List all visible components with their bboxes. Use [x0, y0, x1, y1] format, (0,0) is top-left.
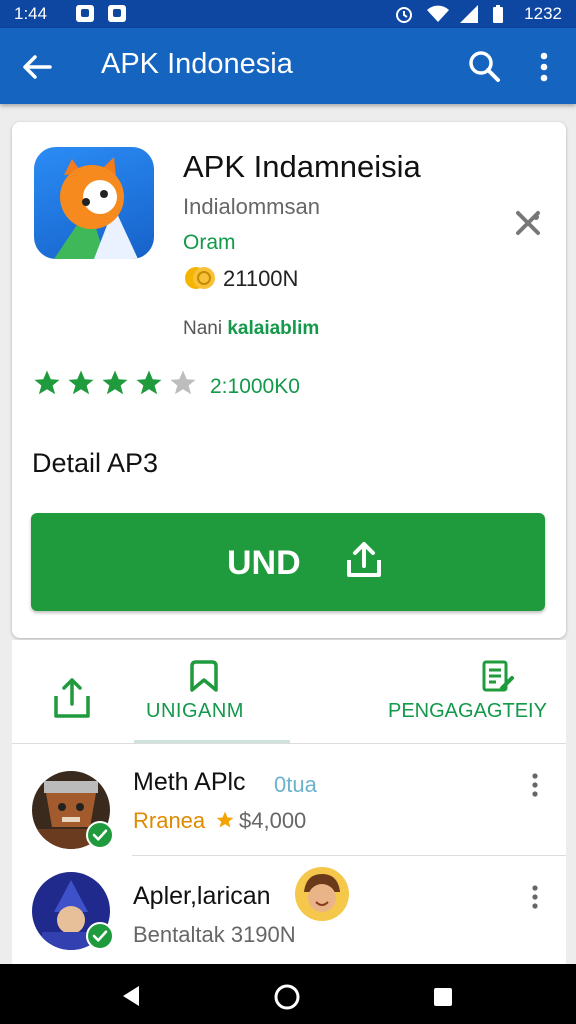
nav-home-icon[interactable]: [273, 983, 301, 1011]
list-item-name: Meth APlc: [133, 768, 246, 796]
battery-icon: [493, 5, 503, 23]
tab-label: PENGAGAGTEIY: [388, 700, 547, 722]
star-filled-icon: [34, 370, 60, 395]
download-count-value: 21100N: [223, 266, 299, 291]
review-count: 2:1000K0: [210, 375, 300, 398]
status-time: 1:44: [14, 4, 48, 23]
app-category[interactable]: Oram: [183, 231, 236, 255]
star-empty-icon: [170, 370, 196, 395]
tab-uniganm[interactable]: UNIGANM: [134, 640, 294, 743]
coin-icon: [185, 267, 215, 289]
verified-check-icon: [86, 922, 114, 950]
more-vert-icon[interactable]: [530, 772, 540, 798]
install-button-label: UND: [227, 544, 301, 582]
app-bar-title: APK Indonesia: [101, 48, 293, 80]
tab-label: UNIGANM: [146, 700, 244, 722]
nav-back-icon[interactable]: [119, 984, 143, 1008]
install-button[interactable]: UND: [31, 513, 545, 611]
list-item-price: $4,000: [239, 808, 307, 833]
availability: Nani kalaiablim: [183, 318, 319, 340]
availability-value: kalaiablim: [227, 318, 320, 339]
list-item-sub-prefix: Rranea: [133, 808, 206, 833]
developer-name[interactable]: Indialommsan: [183, 194, 320, 220]
status-time-right: 1232: [524, 4, 562, 23]
list-item[interactable]: Apler,larican Bentaltak 3190N: [12, 856, 566, 964]
availability-prefix: Nani: [183, 318, 223, 339]
more-vert-icon[interactable]: [530, 884, 540, 910]
list-item-tag: 0tua: [274, 772, 317, 797]
nav-recents-icon[interactable]: [432, 986, 454, 1008]
signal-icon: [460, 5, 478, 23]
app-bar: APK Indonesia: [0, 28, 576, 104]
search-icon[interactable]: [466, 48, 502, 84]
app-icon: [34, 147, 154, 259]
tab-share-upload[interactable]: [50, 674, 94, 722]
user-photo-avatar: [295, 867, 349, 921]
status-bar: 1:44 1232: [0, 0, 576, 28]
tab-pengagagteiy[interactable]: PENGAGAGTEIY: [384, 640, 564, 742]
system-nav-bar: [0, 964, 576, 1024]
upload-icon: [347, 542, 381, 577]
app-detail-card: APK Indamneisia Indialommsan Oram 21100N…: [12, 122, 566, 638]
close-icon[interactable]: [512, 207, 544, 239]
wifi-icon: [427, 5, 449, 22]
list-item-name: Apler,larican: [133, 882, 271, 910]
verified-check-icon: [86, 821, 114, 849]
document-edit-icon: [482, 660, 514, 692]
app-name: APK Indamneisia: [183, 149, 421, 184]
tabs-and-list: UNIGANM PENGAGAGTEIY Meth APlc 0tua Rran…: [12, 640, 566, 966]
bookmark-icon: [190, 660, 218, 692]
alarm-icon: [396, 7, 412, 23]
list-item-subtitle: Bentaltak 3190N: [133, 922, 296, 947]
divider: [12, 743, 566, 744]
star-filled-icon: [68, 370, 94, 395]
star-filled-icon: [102, 370, 128, 395]
section-title: Detail AP3: [32, 448, 159, 478]
star-filled-icon: [136, 370, 162, 395]
more-vert-icon[interactable]: [532, 50, 556, 84]
notification-icon: [108, 5, 126, 22]
star-icon: [216, 811, 234, 828]
list-item[interactable]: Meth APlc 0tua Rranea $4,000: [12, 755, 566, 863]
back-arrow-icon[interactable]: [20, 50, 54, 84]
notification-icon: [76, 5, 94, 22]
